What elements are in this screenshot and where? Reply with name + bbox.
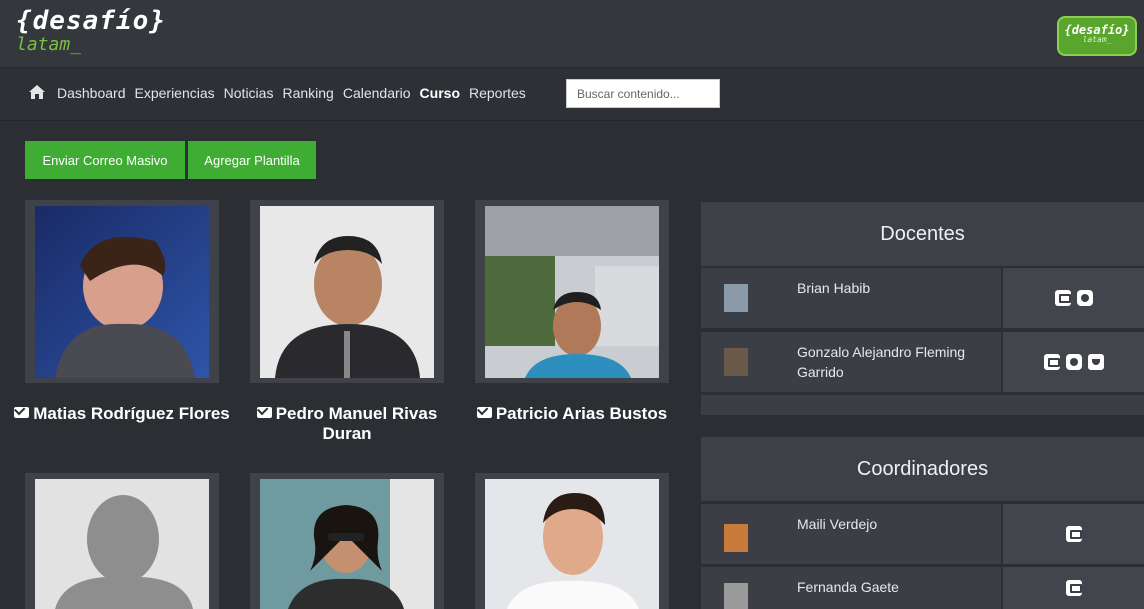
panel-footer bbox=[701, 395, 1144, 415]
twitter-icon[interactable] bbox=[1087, 354, 1104, 370]
mail-icon[interactable] bbox=[1065, 580, 1082, 596]
student-photo bbox=[260, 206, 434, 378]
coordinador-row: Maili Verdejo bbox=[701, 504, 1144, 564]
docente-name: Brian Habib bbox=[797, 280, 871, 296]
student-photo bbox=[260, 479, 434, 609]
send-mass-mail-button[interactable]: Enviar Correo Masivo bbox=[25, 141, 185, 179]
nav-item-noticias[interactable]: Noticias bbox=[224, 85, 274, 101]
contact-actions bbox=[1001, 567, 1144, 609]
contact-actions bbox=[1001, 332, 1144, 392]
mail-icon[interactable] bbox=[1043, 354, 1060, 370]
nav-item-reportes[interactable]: Reportes bbox=[469, 85, 526, 101]
mail-icon[interactable] bbox=[256, 407, 272, 418]
student-photo bbox=[485, 479, 659, 609]
logo-text-bottom: latam_ bbox=[16, 34, 82, 55]
coordinador-name: Maili Verdejo bbox=[797, 516, 878, 532]
desafio-logo[interactable]: {desafío} latam_ bbox=[16, 8, 166, 54]
user-badge-logo[interactable]: {desafío} latam_ bbox=[1057, 16, 1137, 56]
student-photo bbox=[485, 206, 659, 378]
github-icon[interactable] bbox=[1065, 354, 1082, 370]
avatar bbox=[724, 284, 748, 312]
mail-icon[interactable] bbox=[1054, 290, 1071, 306]
student-photo-placeholder bbox=[35, 479, 209, 609]
top-header: {desafío} latam_ {desafío} latam_ bbox=[0, 0, 1144, 68]
student-card[interactable] bbox=[250, 200, 444, 383]
student-name[interactable]: Patricio Arias Bustos bbox=[462, 404, 682, 424]
student-name[interactable]: Pedro Manuel Rivas Duran bbox=[237, 404, 457, 444]
docente-row: Gonzalo Alejandro Fleming Garrido bbox=[701, 332, 1144, 392]
docente-name: Gonzalo Alejandro Fleming Garrido bbox=[797, 344, 966, 380]
github-icon[interactable] bbox=[1076, 290, 1093, 306]
nav-item-experiencias[interactable]: Experiencias bbox=[135, 85, 215, 101]
student-card[interactable] bbox=[25, 200, 219, 383]
student-name[interactable]: Matias Rodríguez Flores bbox=[12, 404, 232, 424]
contact-actions bbox=[1001, 504, 1144, 564]
mail-icon[interactable] bbox=[1065, 526, 1082, 542]
coordinador-row: Fernanda Gaete bbox=[701, 567, 1144, 609]
avatar bbox=[724, 348, 748, 376]
nav-links: Dashboard Experiencias Noticias Ranking … bbox=[57, 85, 526, 101]
student-photo bbox=[35, 206, 209, 378]
home-icon[interactable] bbox=[28, 84, 46, 105]
docentes-title: Docentes bbox=[701, 202, 1144, 266]
badge-text-bottom: latam_ bbox=[1082, 35, 1112, 44]
avatar bbox=[724, 583, 748, 609]
nav-item-ranking[interactable]: Ranking bbox=[282, 85, 333, 101]
student-card[interactable] bbox=[25, 473, 219, 609]
coordinador-name: Fernanda Gaete bbox=[797, 579, 899, 595]
avatar bbox=[724, 524, 748, 552]
search-input[interactable] bbox=[566, 79, 720, 108]
mail-icon[interactable] bbox=[476, 407, 492, 418]
coordinadores-title: Coordinadores bbox=[701, 437, 1144, 501]
add-template-button[interactable]: Agregar Plantilla bbox=[188, 141, 316, 179]
mail-icon[interactable] bbox=[14, 407, 30, 418]
student-card[interactable] bbox=[250, 473, 444, 609]
docente-row: Brian Habib bbox=[701, 268, 1144, 328]
nav-item-dashboard[interactable]: Dashboard bbox=[57, 85, 126, 101]
nav-item-calendario[interactable]: Calendario bbox=[343, 85, 411, 101]
student-card[interactable] bbox=[475, 473, 669, 609]
student-card[interactable] bbox=[475, 200, 669, 383]
nav-item-curso[interactable]: Curso bbox=[420, 85, 460, 101]
contact-actions bbox=[1001, 268, 1144, 328]
logo-text-top: {desafío} bbox=[16, 6, 166, 36]
